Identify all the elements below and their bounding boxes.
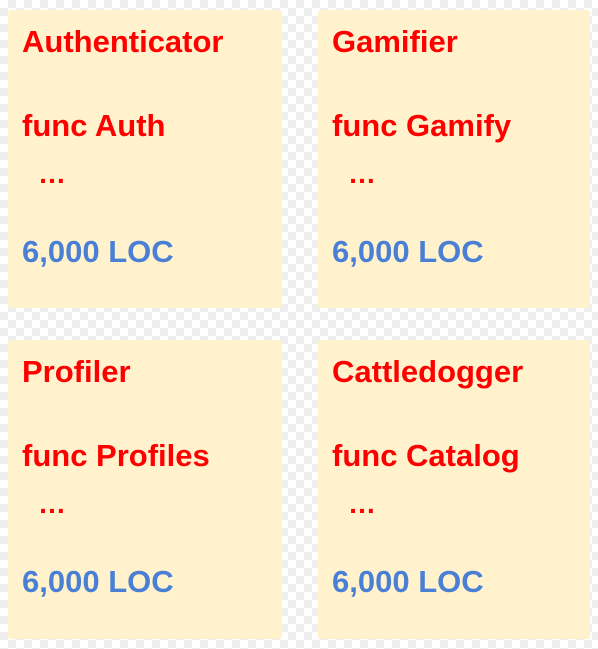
service-function: func Auth — [22, 108, 166, 143]
service-title: Gamifier — [332, 24, 458, 59]
service-title: Authenticator — [22, 24, 224, 59]
service-function: func Profiles — [22, 438, 210, 473]
service-function: func Catalog — [332, 438, 520, 473]
service-function: func Gamify — [332, 108, 512, 143]
service-ellipsis: … — [348, 488, 376, 519]
service-card-gamifier: Gamifier func Gamify … 6,000 LOC — [318, 10, 590, 308]
service-loc: 6,000 LOC — [22, 234, 174, 269]
service-loc: 6,000 LOC — [332, 564, 484, 599]
service-loc: 6,000 LOC — [22, 564, 174, 599]
service-card-cattledogger: Cattledogger func Catalog … 6,000 LOC — [318, 340, 590, 639]
service-ellipsis: … — [38, 158, 66, 189]
service-loc: 6,000 LOC — [332, 234, 484, 269]
service-card-profiler: Profiler func Profiles … 6,000 LOC — [8, 340, 282, 639]
service-ellipsis: … — [38, 488, 66, 519]
service-title: Profiler — [22, 354, 131, 389]
service-title: Cattledogger — [332, 354, 524, 389]
service-ellipsis: … — [348, 158, 376, 189]
service-card-authenticator: Authenticator func Auth … 6,000 LOC — [8, 10, 282, 308]
